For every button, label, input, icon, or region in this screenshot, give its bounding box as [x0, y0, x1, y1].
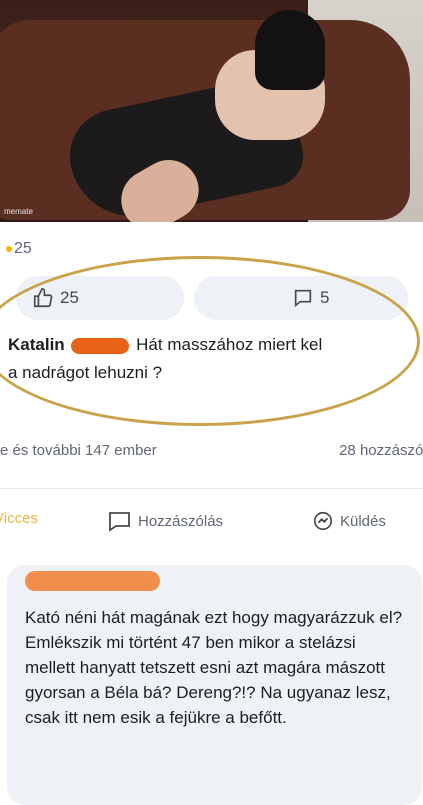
highlighted-comment: Katalin Hát masszához miert kel a nadrág… [8, 332, 418, 388]
messenger-icon [313, 511, 333, 531]
reply-text: Kató néni hát magának ezt hogy magyarázz… [25, 608, 403, 727]
comment-bubble-icon [109, 512, 130, 532]
comments-count-text[interactable]: 28 hozzászólá [339, 442, 423, 459]
post-image[interactable]: memate [0, 0, 423, 222]
send-label: Küldés [340, 512, 386, 530]
funny-reaction-button[interactable]: Vicces [0, 510, 38, 527]
comment-reaction-row: 25 5 [8, 276, 418, 320]
reactions-summary[interactable]: 25 [6, 240, 32, 258]
comment-bubble-icon [294, 289, 312, 308]
redaction-mark [71, 337, 130, 354]
divider [0, 488, 423, 489]
like-button[interactable]: 25 [16, 276, 184, 320]
reply-comment: Kató néni hát magának ezt hogy magyarázz… [7, 565, 422, 805]
reaction-icon [6, 245, 12, 252]
send-button[interactable]: Küldés [312, 510, 386, 532]
post-stats: e és további 147 ember 28 hozzászólá [0, 442, 423, 466]
comments-button[interactable]: 5 [194, 276, 408, 320]
comment-label: Hozzászólás [138, 512, 224, 530]
comment-button[interactable]: Hozzászólás [106, 510, 223, 532]
like-count: 25 [60, 288, 79, 307]
redaction-mark [25, 571, 160, 591]
image-figure-hair [255, 10, 325, 90]
comment-author[interactable]: Katalin [8, 335, 65, 354]
image-watermark: memate [4, 207, 33, 216]
comment-text-line1: Hát masszához miert kel [136, 335, 323, 354]
reactions-text[interactable]: e és további 147 ember [0, 442, 157, 459]
reactions-count: 25 [14, 240, 32, 257]
comment-text-line2: a nadrágot lehuzni ? [8, 363, 163, 382]
comments-count: 5 [320, 288, 330, 307]
funny-label: Vicces [0, 510, 38, 527]
thumbs-up-icon [33, 288, 53, 308]
post-actions: Vicces Hozzászólás Küldés [0, 504, 423, 538]
